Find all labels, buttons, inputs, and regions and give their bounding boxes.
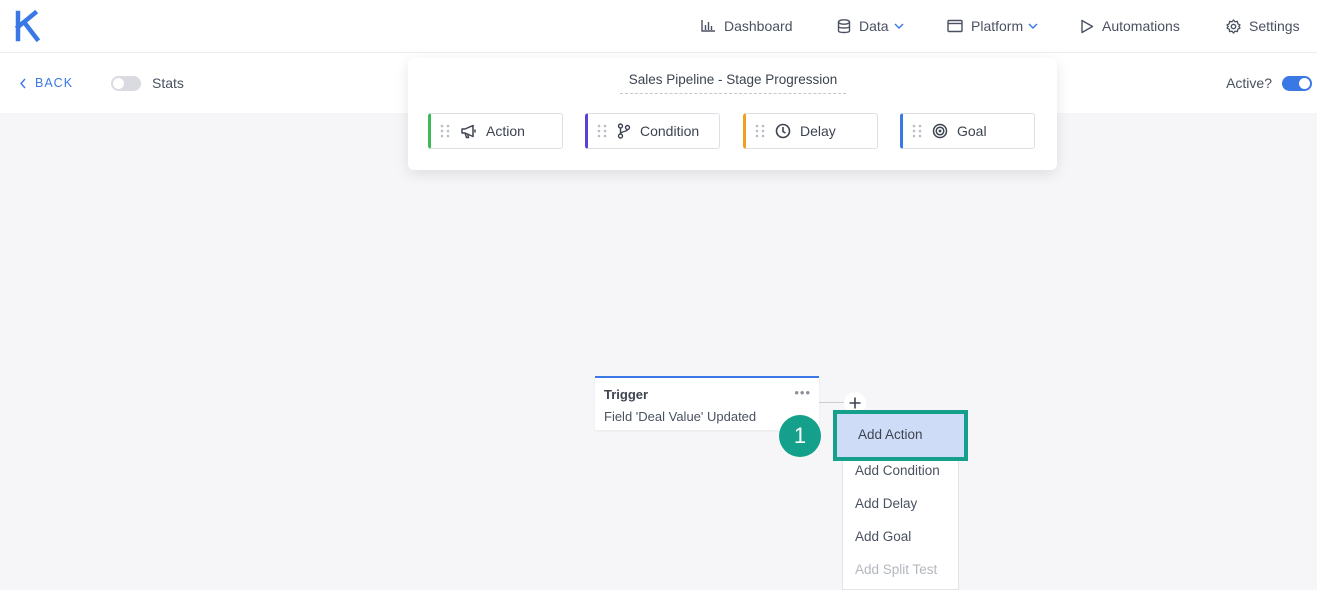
- top-navigation: Dashboard Data Platform Automations Sett…: [0, 0, 1317, 53]
- nav-automations[interactable]: Automations: [1080, 17, 1180, 35]
- branch-icon: [617, 123, 631, 139]
- trigger-title: Trigger: [604, 387, 649, 402]
- palette-block-goal[interactable]: Goal: [900, 113, 1035, 149]
- bar-chart-icon: [701, 20, 715, 32]
- menu-item-add-action-label: Add Action: [858, 427, 923, 442]
- more-options-icon[interactable]: •••: [794, 385, 811, 400]
- trigger-description: Field 'Deal Value' Updated: [604, 409, 757, 424]
- back-button[interactable]: BACK: [19, 76, 73, 90]
- clock-icon: [775, 123, 791, 139]
- node-connector: [819, 402, 844, 403]
- nav-settings[interactable]: Settings: [1226, 17, 1300, 35]
- back-label: BACK: [35, 76, 74, 90]
- megaphone-icon: [460, 124, 477, 139]
- drag-handle-icon: [597, 124, 607, 138]
- menu-item-add-delay[interactable]: Add Delay: [855, 496, 917, 511]
- drag-handle-icon: [440, 124, 450, 138]
- menu-item-add-condition[interactable]: Add Condition: [855, 463, 940, 478]
- block-palette: Sales Pipeline - Stage Progression Actio…: [408, 58, 1057, 170]
- play-icon: [1081, 19, 1094, 33]
- chevron-down-icon: [1028, 23, 1038, 29]
- step-number-badge: 1: [779, 415, 821, 457]
- nav-platform[interactable]: Platform: [947, 17, 1038, 35]
- active-toggle-group: Active?: [1226, 75, 1312, 91]
- stats-toggle-group: Stats: [111, 75, 184, 91]
- active-toggle[interactable]: [1282, 75, 1312, 91]
- chevron-left-icon: [20, 78, 26, 88]
- window-icon: [947, 19, 963, 33]
- logo-icon[interactable]: [15, 10, 41, 42]
- nav-platform-label: Platform: [971, 18, 1024, 34]
- stats-toggle[interactable]: [111, 75, 141, 91]
- nav-dashboard-label: Dashboard: [724, 18, 793, 34]
- palette-block-action[interactable]: Action: [428, 113, 563, 149]
- nav-data[interactable]: Data: [837, 17, 904, 35]
- menu-item-add-goal[interactable]: Add Goal: [855, 529, 911, 544]
- active-label: Active?: [1226, 75, 1272, 91]
- plus-icon: [849, 397, 861, 409]
- menu-item-add-split-test: Add Split Test: [855, 562, 938, 577]
- nav-automations-label: Automations: [1102, 18, 1180, 34]
- chevron-down-icon: [894, 23, 904, 29]
- nav-data-label: Data: [859, 18, 889, 34]
- palette-block-label: Action: [486, 123, 525, 139]
- menu-item-add-action[interactable]: Add Action: [833, 410, 968, 461]
- palette-block-label: Goal: [957, 123, 987, 139]
- nav-settings-label: Settings: [1249, 18, 1300, 34]
- stats-label: Stats: [152, 75, 184, 91]
- palette-block-label: Delay: [800, 123, 836, 139]
- target-icon: [932, 123, 948, 139]
- palette-block-delay[interactable]: Delay: [743, 113, 878, 149]
- palette-block-label: Condition: [640, 123, 700, 139]
- nav-dashboard[interactable]: Dashboard: [700, 17, 793, 35]
- drag-handle-icon: [755, 124, 765, 138]
- flow-name-input[interactable]: Sales Pipeline - Stage Progression: [620, 72, 846, 94]
- drag-handle-icon: [912, 124, 922, 138]
- palette-block-condition[interactable]: Condition: [585, 113, 720, 149]
- gear-icon: [1226, 18, 1241, 34]
- database-icon: [837, 18, 851, 33]
